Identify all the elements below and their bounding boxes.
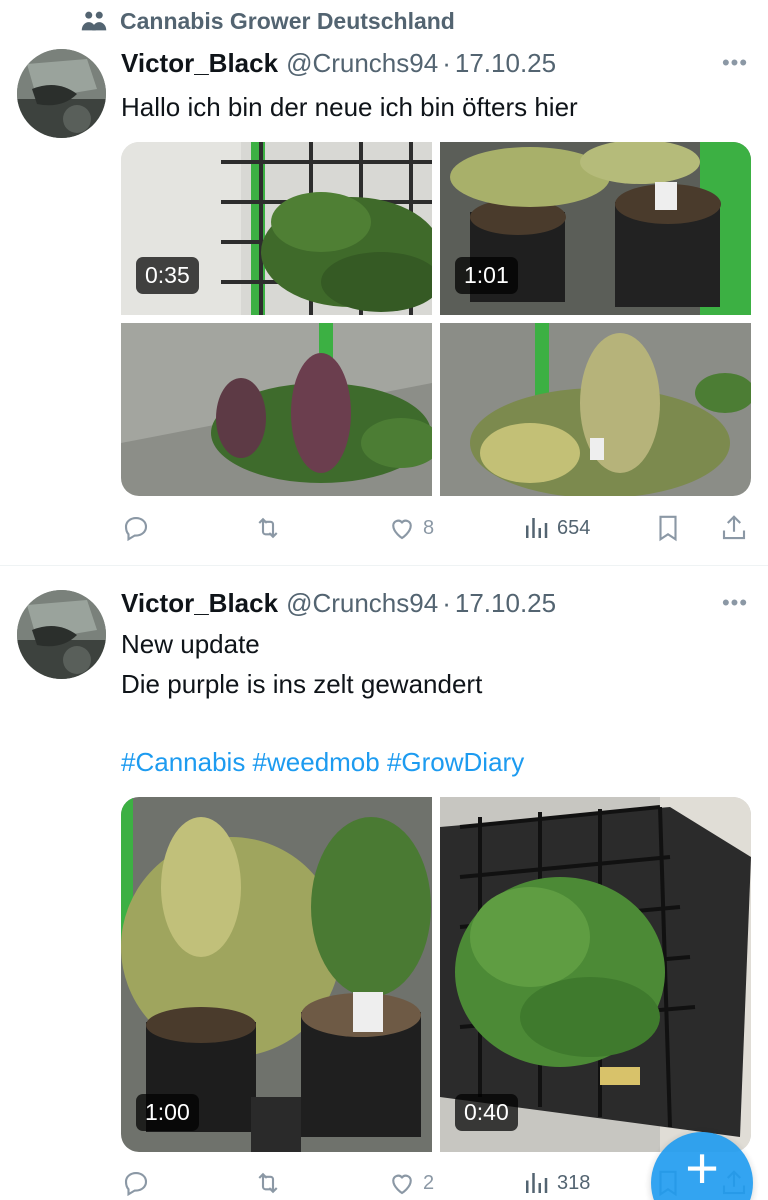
views-count: 654 — [557, 516, 591, 539]
tweet-meta: Victor_Black @Crunchs94 · 17.10.25 — [121, 585, 556, 621]
reply-button[interactable] — [121, 1168, 151, 1198]
more-options-icon[interactable]: ••• — [720, 48, 750, 78]
tweet-date[interactable]: 17.10.25 — [455, 588, 556, 619]
tweet-text-line: New update — [121, 629, 260, 659]
avatar[interactable] — [17, 590, 106, 679]
retweet-icon — [258, 517, 278, 539]
like-count: 2 — [423, 1171, 435, 1194]
media-grid: 0:35 1:01 — [121, 142, 751, 496]
tweet-actions: 8 654 — [121, 508, 757, 548]
handle[interactable]: @Crunchs94 — [286, 588, 438, 619]
display-name[interactable]: Victor_Black — [121, 48, 278, 79]
bookmark-button[interactable] — [653, 513, 683, 543]
views-button[interactable]: 654 — [521, 513, 590, 543]
video-thumbnail[interactable]: 1:00 — [121, 797, 432, 1152]
tweet-date[interactable]: 17.10.25 — [455, 48, 556, 79]
heart-icon — [392, 1174, 412, 1195]
retweet-icon — [258, 1172, 278, 1194]
video-thumbnail[interactable]: 0:35 — [121, 142, 432, 315]
views-button[interactable]: 318 — [521, 1168, 590, 1198]
tweet-text: Hallo ich bin der neue ich bin öfters hi… — [121, 87, 578, 127]
hashtags[interactable]: #Cannabis #weedmob #GrowDiary — [121, 742, 524, 782]
heart-icon — [392, 519, 412, 540]
share-icon — [722, 515, 746, 540]
bookmark-icon — [659, 515, 677, 542]
tweet-text: New update Die purple is ins zelt gewand… — [121, 624, 524, 782]
like-count: 8 — [423, 516, 435, 539]
video-duration: 0:40 — [455, 1094, 518, 1131]
media-grid: 1:00 0:40 — [121, 797, 751, 1152]
reply-button[interactable] — [121, 513, 151, 543]
tweet-text-line: Hallo ich bin der neue ich bin öfters hi… — [121, 92, 578, 122]
plus-icon: + — [685, 1136, 719, 1200]
handle[interactable]: @Crunchs94 — [286, 48, 438, 79]
more-options-icon[interactable]: ••• — [720, 588, 750, 618]
like-button[interactable]: 2 — [387, 1168, 434, 1198]
reply-icon — [124, 516, 148, 542]
share-button[interactable] — [719, 513, 749, 543]
video-duration: 0:35 — [136, 257, 199, 294]
views-icon — [526, 1173, 548, 1193]
video-thumbnail[interactable]: 0:40 — [440, 797, 751, 1152]
tweet-meta: Victor_Black @Crunchs94 · 17.10.25 — [121, 45, 556, 81]
views-icon — [526, 518, 548, 538]
video-thumbnail[interactable]: 1:01 — [440, 142, 751, 315]
video-thumbnail[interactable] — [440, 323, 751, 496]
retweet-button[interactable] — [253, 513, 283, 543]
like-button[interactable]: 8 — [387, 513, 434, 543]
display-name[interactable]: Victor_Black — [121, 588, 278, 619]
tweet[interactable]: Victor_Black @Crunchs94 · 17.10.25 ••• N… — [0, 566, 768, 1200]
separator: · — [442, 47, 451, 78]
views-count: 318 — [557, 1171, 591, 1194]
video-duration: 1:00 — [136, 1094, 199, 1131]
tweet-text-line: Die purple is ins zelt gewandert — [121, 669, 483, 699]
avatar[interactable] — [17, 49, 106, 138]
reply-icon — [124, 1171, 148, 1197]
video-duration: 1:01 — [455, 257, 518, 294]
tweet[interactable]: Victor_Black @Crunchs94 · 17.10.25 ••• H… — [0, 0, 768, 566]
retweet-button[interactable] — [253, 1168, 283, 1198]
separator: · — [442, 587, 451, 618]
video-thumbnail[interactable] — [121, 323, 432, 496]
